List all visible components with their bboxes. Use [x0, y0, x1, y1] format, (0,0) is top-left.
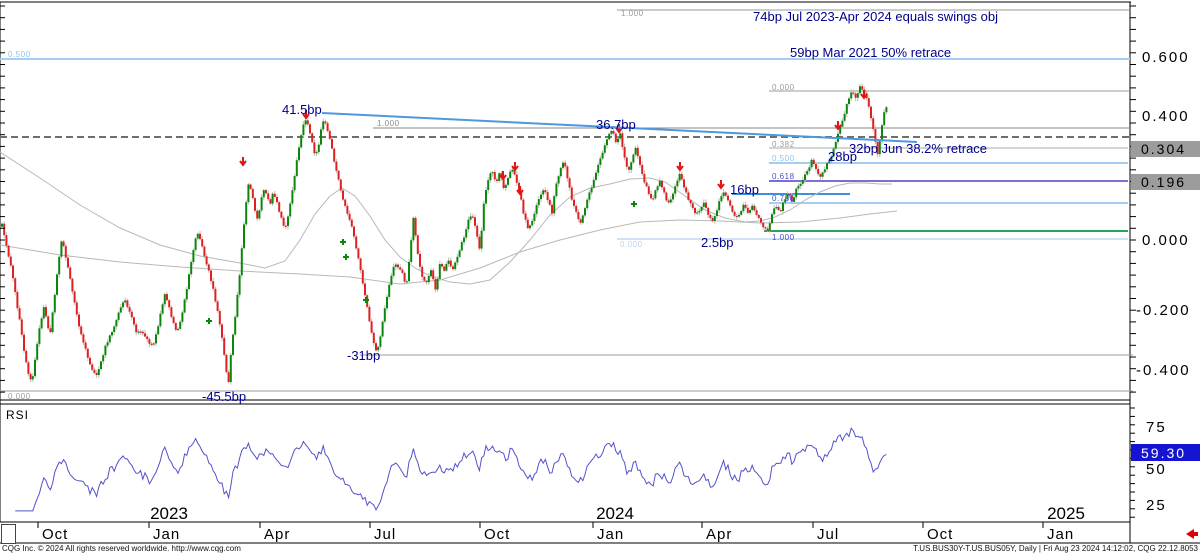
fib-level-label: 1.000	[377, 120, 400, 128]
chart-annotation: 32bp Jun 38.2% retrace	[849, 142, 987, 155]
time-axis-month-label: Oct	[484, 526, 510, 543]
price-axis-label: -0.400	[1136, 363, 1191, 378]
chart-annotation: -45.5bp	[202, 390, 246, 403]
time-axis-month-label: Oct	[927, 526, 953, 543]
rsi-line	[15, 428, 886, 511]
chart-annotation: 28bp	[828, 150, 857, 163]
price-axis-label: 0.600	[1142, 50, 1190, 65]
rsi-axis-label: 25	[1146, 498, 1167, 513]
price-level-highlight-box: 0.304	[1131, 141, 1200, 157]
time-axis-month-label: Jul	[374, 526, 396, 543]
fib-level-label: 0.000	[772, 84, 795, 92]
fib-level-label: 0.618	[772, 173, 795, 181]
rsi-axis-label: 50	[1146, 462, 1167, 477]
chart-annotation: 2.5bp	[701, 236, 734, 249]
chart-annotation: -31bp	[347, 349, 380, 362]
time-axis-year-label: 2025	[1047, 504, 1085, 524]
fib-level-label: 0.000	[8, 393, 31, 401]
chart-annotation: 36.7bp	[596, 118, 636, 131]
fib-level-label: 1.000	[772, 234, 795, 242]
time-axis-month-label: Jan	[1047, 526, 1074, 543]
status-bar-left: CQG Inc. © 2024 All rights reserved worl…	[2, 545, 241, 553]
panel-borders	[0, 2, 1200, 543]
price-axis-label: -0.200	[1136, 303, 1191, 318]
chart-canvas[interactable]	[0, 0, 1200, 554]
axis-ticks	[0, 6, 1136, 528]
cqg-chart-window: 74bp Jul 2023-Apr 2024 equals swings obj…	[0, 0, 1200, 554]
time-axis-year-label: 2023	[150, 504, 188, 524]
fib-level-label: 0.500	[8, 51, 31, 59]
chart-annotation: 59bp Mar 2021 50% retrace	[790, 46, 951, 59]
chart-annotation: 16bp	[730, 183, 759, 196]
price-axis-label: 0.400	[1142, 109, 1190, 124]
time-axis-month-label: Jan	[597, 526, 624, 543]
time-axis-month-label: Apr	[706, 526, 732, 543]
price-level-highlight-box: 0.196	[1131, 174, 1200, 190]
time-axis-month-label: Apr	[264, 526, 290, 543]
fib-level-label: 0.382	[772, 141, 795, 149]
chart-annotation: 74bp Jul 2023-Apr 2024 equals swings obj	[753, 10, 998, 23]
status-bar-right: T.US.BUS30Y-T.US.BUS05Y, Daily | Fri Aug…	[913, 545, 1198, 553]
fib-level-label: 1.000	[621, 10, 644, 18]
fib-level-label: 0.786	[772, 195, 795, 203]
rsi-value-box: 59.30	[1131, 444, 1200, 461]
scroll-left-arrow-tail	[1193, 532, 1198, 536]
time-axis-month-label: Jul	[817, 526, 839, 543]
scrollbar-box[interactable]	[1, 524, 16, 544]
time-axis-month-label: Oct	[42, 526, 68, 543]
fib-level-label: 0.500	[772, 155, 795, 163]
rsi-indicator-label: RSI	[6, 408, 29, 422]
price-axis-label: 0.000	[1142, 233, 1190, 248]
fib-level-label: 0.000	[620, 241, 643, 249]
chart-annotation: 41.5bp	[282, 103, 322, 116]
rsi-axis-label: 75	[1146, 420, 1167, 435]
time-axis-month-label: Jan	[153, 526, 180, 543]
time-axis-year-label: 2024	[596, 504, 634, 524]
